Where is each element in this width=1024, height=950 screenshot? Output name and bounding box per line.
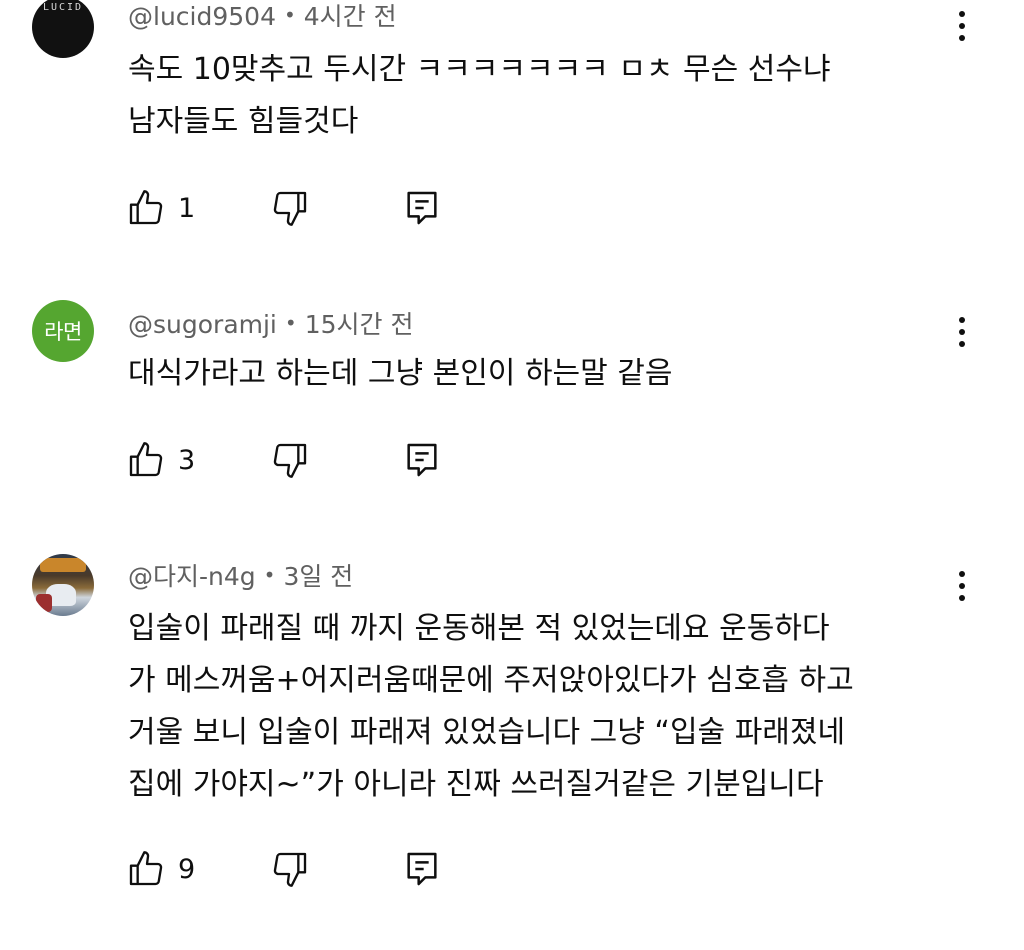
comment-actions: 3: [120, 435, 480, 485]
reply-icon: [407, 852, 437, 886]
reply-icon: [407, 443, 437, 477]
thumb-up-icon: [129, 442, 163, 477]
separator-dot: •: [284, 311, 297, 335]
avatar[interactable]: [32, 554, 94, 616]
reply-button[interactable]: [402, 435, 442, 485]
dislike-button[interactable]: [270, 183, 310, 233]
avatar[interactable]: 라면: [32, 300, 94, 362]
like-count: 1: [178, 192, 196, 224]
thumb-up-icon: [129, 851, 163, 886]
like-count: 3: [178, 444, 196, 476]
avatar-initials: 라면: [44, 320, 82, 344]
comment-header: @sugoramji • 15시간 전: [128, 305, 413, 341]
comment-text: 속도 10맞추고 두시간 ㅋㅋㅋㅋㅋㅋㅋ ㅁㅊ 무슨 선수냐 남자들도 힘들것다: [128, 52, 831, 139]
comment-header: @lucid9504 • 4시간 전: [128, 0, 397, 33]
comment-menu-button[interactable]: [944, 4, 980, 48]
author-handle[interactable]: @lucid9504: [128, 2, 276, 31]
comment-actions: 1: [120, 183, 480, 233]
reply-button[interactable]: [402, 183, 442, 233]
author-handle[interactable]: @다지-n4g: [128, 562, 256, 591]
thumb-down-icon: [273, 852, 307, 887]
dislike-button[interactable]: [270, 844, 310, 894]
comment-text: 대식가라고 하는데 그냥 본인이 하는말 같음: [128, 356, 673, 391]
reply-button[interactable]: [402, 844, 442, 894]
thumb-up-icon: [129, 190, 163, 225]
comment-timestamp[interactable]: 4시간 전: [304, 2, 397, 31]
author-handle[interactable]: @sugoramji: [128, 310, 277, 339]
separator-dot: •: [283, 3, 296, 27]
like-count: 9: [178, 853, 196, 885]
reply-icon: [407, 191, 437, 225]
comment-text: 입술이 파래질 때 까지 운동해본 적 있었는데요 운동하다 가 메스꺼움+어지…: [128, 611, 854, 802]
separator-dot: •: [263, 563, 276, 587]
comment-actions: 9: [120, 844, 480, 894]
comment-timestamp[interactable]: 3일 전: [283, 562, 353, 591]
like-button[interactable]: 1: [126, 183, 195, 233]
dislike-button[interactable]: [270, 435, 310, 485]
avatar-logo: LUCID: [42, 2, 84, 13]
comment-menu-button[interactable]: [944, 564, 980, 608]
thumb-down-icon: [273, 443, 307, 478]
like-button[interactable]: 3: [126, 435, 195, 485]
avatar[interactable]: LUCID: [32, 0, 94, 58]
comment-header: @다지-n4g • 3일 전: [128, 557, 353, 593]
like-button[interactable]: 9: [126, 844, 195, 894]
comment-timestamp[interactable]: 15시간 전: [305, 310, 414, 339]
thumb-down-icon: [273, 191, 307, 226]
